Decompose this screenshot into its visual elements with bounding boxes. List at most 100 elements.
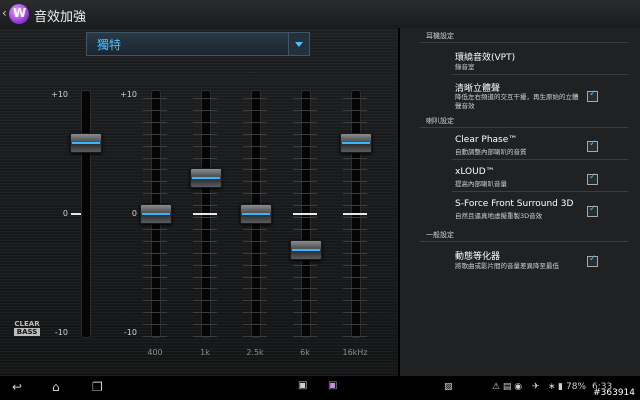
band-tick <box>143 157 167 159</box>
band-tick <box>143 228 167 230</box>
band-zero-line <box>343 213 367 215</box>
clear-phase-checkbox[interactable] <box>587 139 598 152</box>
band-tick <box>143 300 167 302</box>
band-tick <box>343 288 367 290</box>
home-icon[interactable]: ⌂ <box>52 380 60 394</box>
chevron-left-icon[interactable]: ‹ <box>2 6 7 20</box>
band-tick <box>143 181 167 183</box>
dropdown-arrow-icon[interactable] <box>288 33 309 55</box>
band-tick <box>343 121 367 123</box>
band-tick <box>243 193 267 195</box>
band-tick <box>293 300 317 302</box>
band-tick <box>343 312 367 314</box>
band-tick <box>193 193 217 195</box>
clear-phase-subtitle: 自動調整內部喇叭的音質 <box>455 148 527 156</box>
band-tick <box>143 240 167 242</box>
band-tick <box>193 240 217 242</box>
band-tick <box>243 228 267 230</box>
band-zero-line <box>293 213 317 215</box>
clear-stereo-checkbox[interactable] <box>587 89 598 102</box>
vpt-title: 環繞音效(VPT) <box>455 53 516 63</box>
recent-apps-icon[interactable]: ❐ <box>92 380 103 394</box>
sforce-checkbox[interactable] <box>587 204 598 217</box>
band-tick <box>293 98 317 99</box>
preset-value: 獨特 <box>97 38 122 52</box>
item-divider <box>452 191 628 192</box>
logo-bass-text: BASS <box>14 328 40 336</box>
band-tick <box>343 109 367 111</box>
band-tick <box>243 252 267 254</box>
small-app-icon[interactable]: ▣ <box>298 380 307 391</box>
band-tick <box>293 109 317 111</box>
band-tick <box>193 217 217 218</box>
band-tick <box>193 145 217 147</box>
band-tick <box>343 98 367 99</box>
walkman-icon[interactable] <box>9 4 29 24</box>
band-handle-400[interactable] <box>140 204 172 224</box>
vpt-subtitle: 錄音室 <box>455 63 475 71</box>
band-tick <box>143 109 167 111</box>
dynamic-normalizer-checkbox[interactable] <box>587 254 598 267</box>
general-section-header: 一般設定 <box>426 231 454 239</box>
dynamic-normalizer-subtitle: 將歌曲或影片間的音量差異降至最低 <box>455 262 559 270</box>
band-tick <box>143 133 167 135</box>
band-tick <box>293 133 317 135</box>
band-tick <box>293 145 317 147</box>
band-handle-2.5k[interactable] <box>240 204 272 224</box>
band-tick <box>343 300 367 302</box>
notification-icons: ⚠ ▤ ◉ <box>492 382 523 392</box>
band-tick <box>143 121 167 123</box>
band-tick <box>343 169 367 171</box>
sforce-title: S-Force Front Surround 3D <box>455 199 574 209</box>
band-tick <box>193 336 217 337</box>
bass-scale-zero: 0 <box>62 209 68 218</box>
band-handle-1k[interactable] <box>190 168 222 189</box>
band-tick <box>343 205 367 207</box>
band-tick <box>293 276 317 278</box>
band-tick <box>143 145 167 147</box>
back-icon[interactable]: ↩ <box>12 380 22 394</box>
clear-bass-track[interactable] <box>81 90 91 338</box>
band-frequency-label: 2.5k <box>246 348 264 357</box>
clear-bass-handle[interactable] <box>70 132 102 153</box>
equalizer-panel: 獨特 +10 0 -10 +10 0 -10 400 1k 2.5k 6k 16kHz … <box>0 28 398 376</box>
band-tick <box>193 228 217 230</box>
band-handle-16kHz[interactable] <box>340 132 372 153</box>
headphone-section-header: 耳機設定 <box>426 32 454 40</box>
band-frequency-label: 6k <box>300 348 310 357</box>
band-tick <box>293 193 317 195</box>
band-tick <box>193 276 217 278</box>
xloud-title: xLOUD™ <box>455 167 495 177</box>
band-tick <box>343 193 367 195</box>
band-tick <box>243 336 267 337</box>
band-tick <box>243 121 267 123</box>
band-tick <box>143 252 167 254</box>
xloud-checkbox[interactable] <box>587 172 598 185</box>
band-handle-6k[interactable] <box>290 239 322 260</box>
dynamic-normalizer-title: 動態等化器 <box>455 252 501 262</box>
preset-dropdown[interactable]: 獨特 <box>86 32 310 56</box>
band-tick <box>143 264 167 266</box>
band-tick <box>293 264 317 266</box>
band-tick <box>343 252 367 254</box>
band-tick <box>293 336 317 337</box>
band-tick <box>143 312 167 314</box>
band-tick <box>193 98 217 99</box>
watermark: #363914 <box>591 388 637 398</box>
band-tick <box>293 205 317 207</box>
item-divider <box>452 159 628 160</box>
walkman-widget-icon[interactable]: ▣ <box>328 380 337 391</box>
band-tick <box>343 181 367 183</box>
band-tick <box>193 312 217 314</box>
section-divider <box>420 241 628 242</box>
section-divider <box>420 42 628 43</box>
band-tick <box>343 324 367 326</box>
band-tick <box>343 336 367 337</box>
band-tick <box>343 217 367 218</box>
clear-stereo-subtitle: 降低左右頻道的交互干擾，再生原始的立體聲音效 <box>455 93 579 110</box>
band-tick <box>143 324 167 326</box>
sforce-subtitle: 自然且逼真地虛擬重製3D音效 <box>455 212 543 220</box>
band-frequency-label: 1k <box>200 348 210 357</box>
band-tick <box>293 312 317 314</box>
band-tick <box>193 133 217 135</box>
